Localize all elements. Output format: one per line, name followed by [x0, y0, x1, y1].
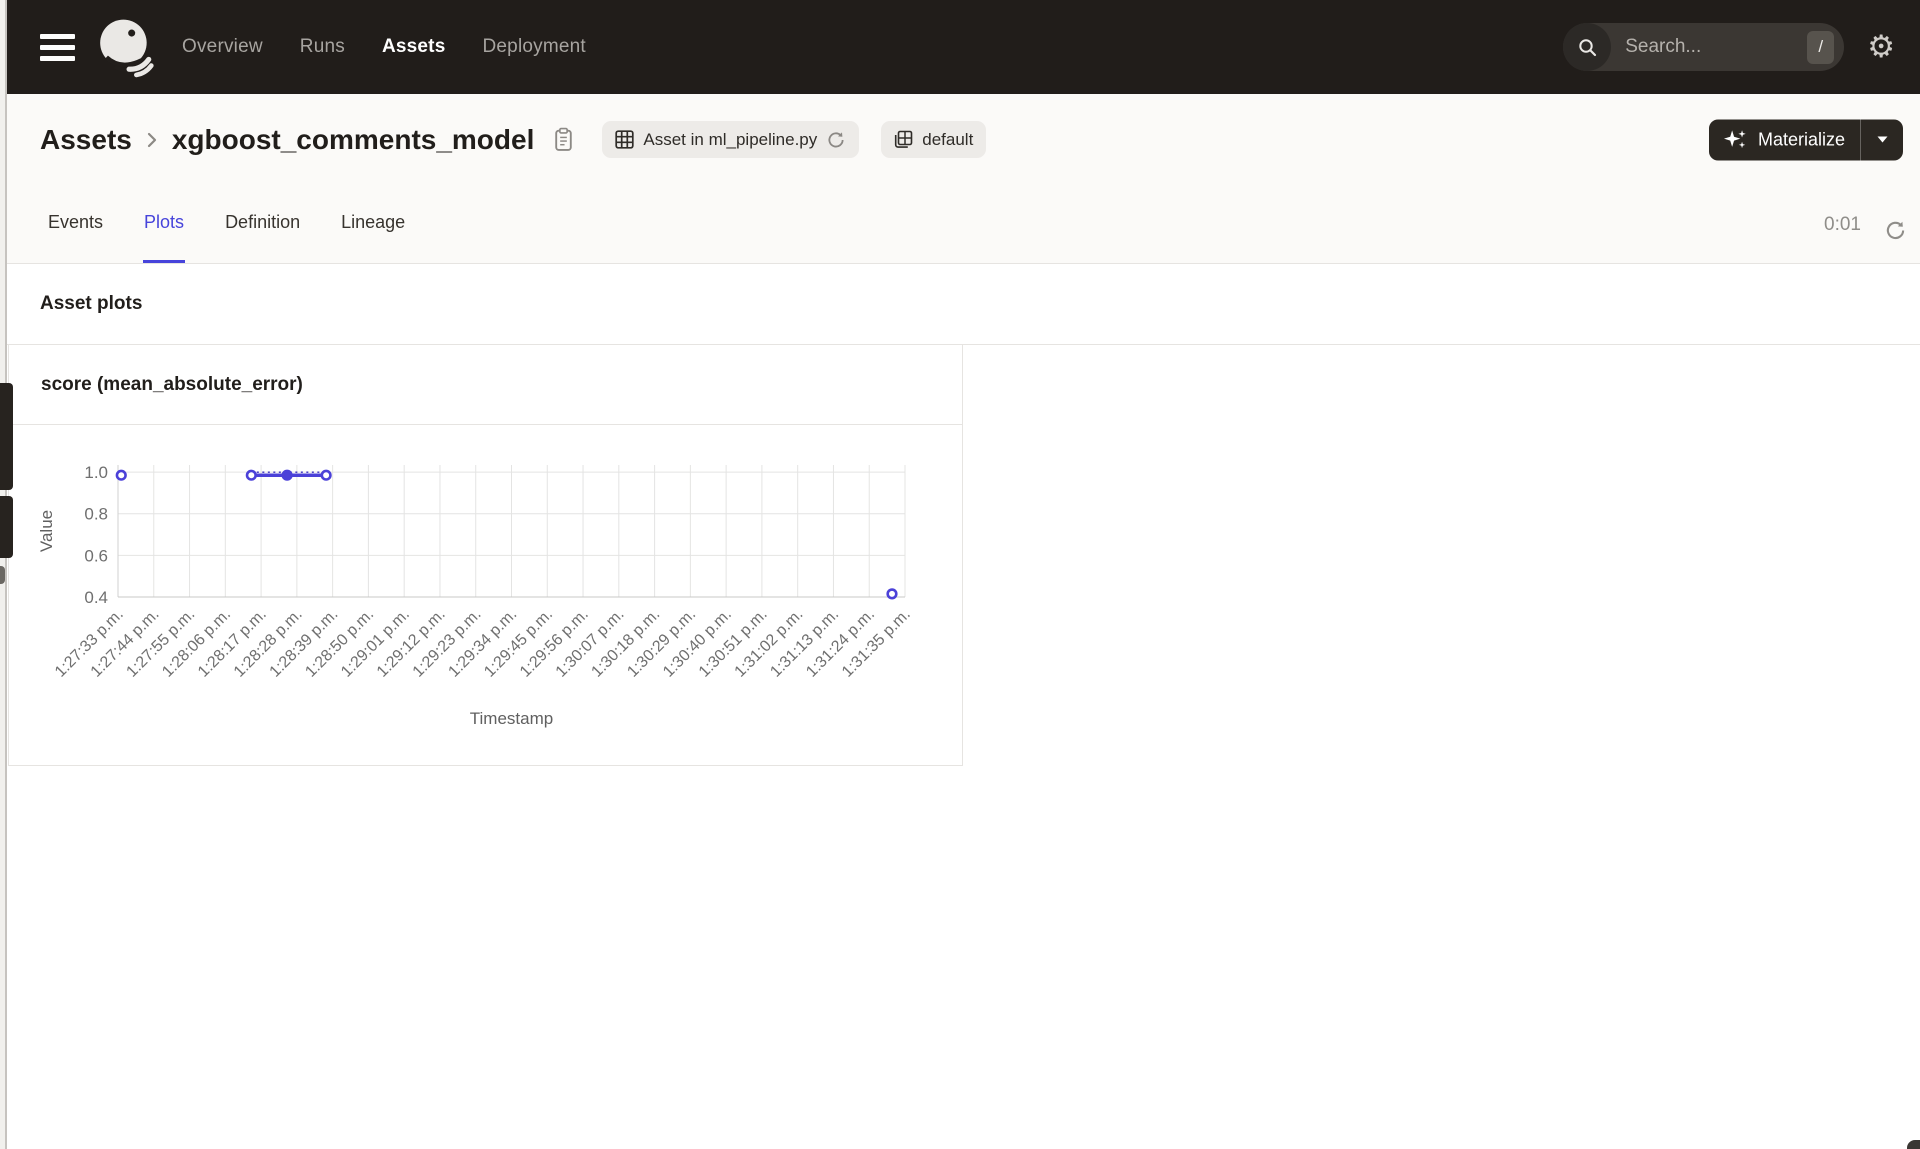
nav-assets[interactable]: Assets [382, 36, 446, 58]
code-location-tag[interactable]: Asset in ml_pipeline.py [602, 121, 860, 158]
background-window-fragment [0, 566, 5, 584]
page-title: xgboost_comments_model [171, 123, 535, 155]
asset-group-icon [895, 130, 913, 148]
hamburger-icon [40, 33, 75, 39]
materialize-dropdown-button[interactable] [1860, 119, 1903, 160]
svg-text:0.4: 0.4 [84, 588, 108, 607]
breadcrumb: Assets xgboost_comments_model Asset in m… [7, 94, 1920, 185]
table-icon [615, 130, 635, 149]
search-shortcut-badge: / [1807, 30, 1835, 64]
background-window-corner [1907, 1140, 1920, 1149]
svg-text:0.8: 0.8 [84, 505, 108, 524]
asset-tabs: Events Plots Definition Lineage [7, 184, 1920, 263]
materialize-button[interactable]: Materialize [1709, 119, 1860, 160]
dagster-octopus-icon [100, 19, 154, 78]
tab-definition[interactable]: Definition [224, 184, 301, 263]
nav-overview[interactable]: Overview [182, 36, 263, 58]
tab-events[interactable]: Events [47, 184, 104, 263]
plot-card: score (mean_absolute_error) 0.4 0.6 0.8 1.0… [8, 345, 963, 766]
nav-deployment[interactable]: Deployment [482, 36, 585, 58]
asset-plots-section: Asset plots [7, 264, 1920, 345]
svg-text:1.0: 1.0 [84, 463, 108, 482]
search-input[interactable]: Search... / [1563, 23, 1845, 71]
mae-line-chart[interactable]: 0.4 0.6 0.8 1.0 Value 1:27:33 p.m. 1:27:44 p.m… [30, 440, 950, 750]
refresh-timer: 0:01 [1824, 214, 1861, 235]
menu-button[interactable] [40, 27, 80, 67]
plot-card-header: score (mean_absolute_error) [9, 345, 962, 425]
settings-button[interactable]: ⚙ [1867, 28, 1895, 65]
svg-text:Value: Value [37, 510, 56, 552]
code-location-label: Asset in ml_pipeline.py [643, 129, 818, 149]
copy-asset-name-button[interactable] [553, 127, 574, 152]
search-placeholder: Search... [1625, 36, 1702, 57]
refresh-button[interactable] [1884, 219, 1907, 242]
plot-title: score (mean_absolute_error) [41, 373, 303, 395]
top-nav: Overview Runs Assets Deployment Search..… [7, 0, 1920, 94]
background-window-fragment [0, 496, 13, 558]
caret-down-icon [1877, 136, 1887, 143]
sparkles-icon [1723, 129, 1746, 148]
tab-plots[interactable]: Plots [143, 184, 186, 263]
tab-lineage[interactable]: Lineage [340, 184, 406, 263]
svg-text:Timestamp: Timestamp [470, 709, 553, 728]
dagster-logo[interactable] [95, 16, 157, 78]
materialize-label: Materialize [1757, 129, 1845, 149]
refresh-icon [1886, 221, 1905, 240]
background-window-fragment [0, 383, 13, 490]
asset-group-tag[interactable]: default [881, 121, 987, 158]
chevron-right-icon [147, 132, 156, 147]
svg-text:0.6: 0.6 [84, 546, 108, 565]
gear-icon: ⚙ [1867, 28, 1895, 65]
asset-group-label: default [922, 129, 974, 149]
section-title: Asset plots [40, 293, 143, 314]
asset-header: Assets xgboost_comments_model Asset in m… [7, 94, 1920, 264]
nav-runs[interactable]: Runs [300, 36, 345, 58]
materialize-split-button: Materialize [1708, 119, 1903, 160]
reload-icon[interactable] [826, 130, 846, 150]
main-nav: Overview Runs Assets Deployment [182, 36, 586, 58]
breadcrumb-assets-link[interactable]: Assets [40, 124, 132, 156]
clipboard-icon [555, 127, 573, 151]
search-icon [1563, 23, 1612, 71]
window-edge-line [5, 0, 7, 1149]
chart-canvas: 0.40.60.81.0Value1:27:33 p.m.1:27:44 p.m… [37, 463, 914, 728]
